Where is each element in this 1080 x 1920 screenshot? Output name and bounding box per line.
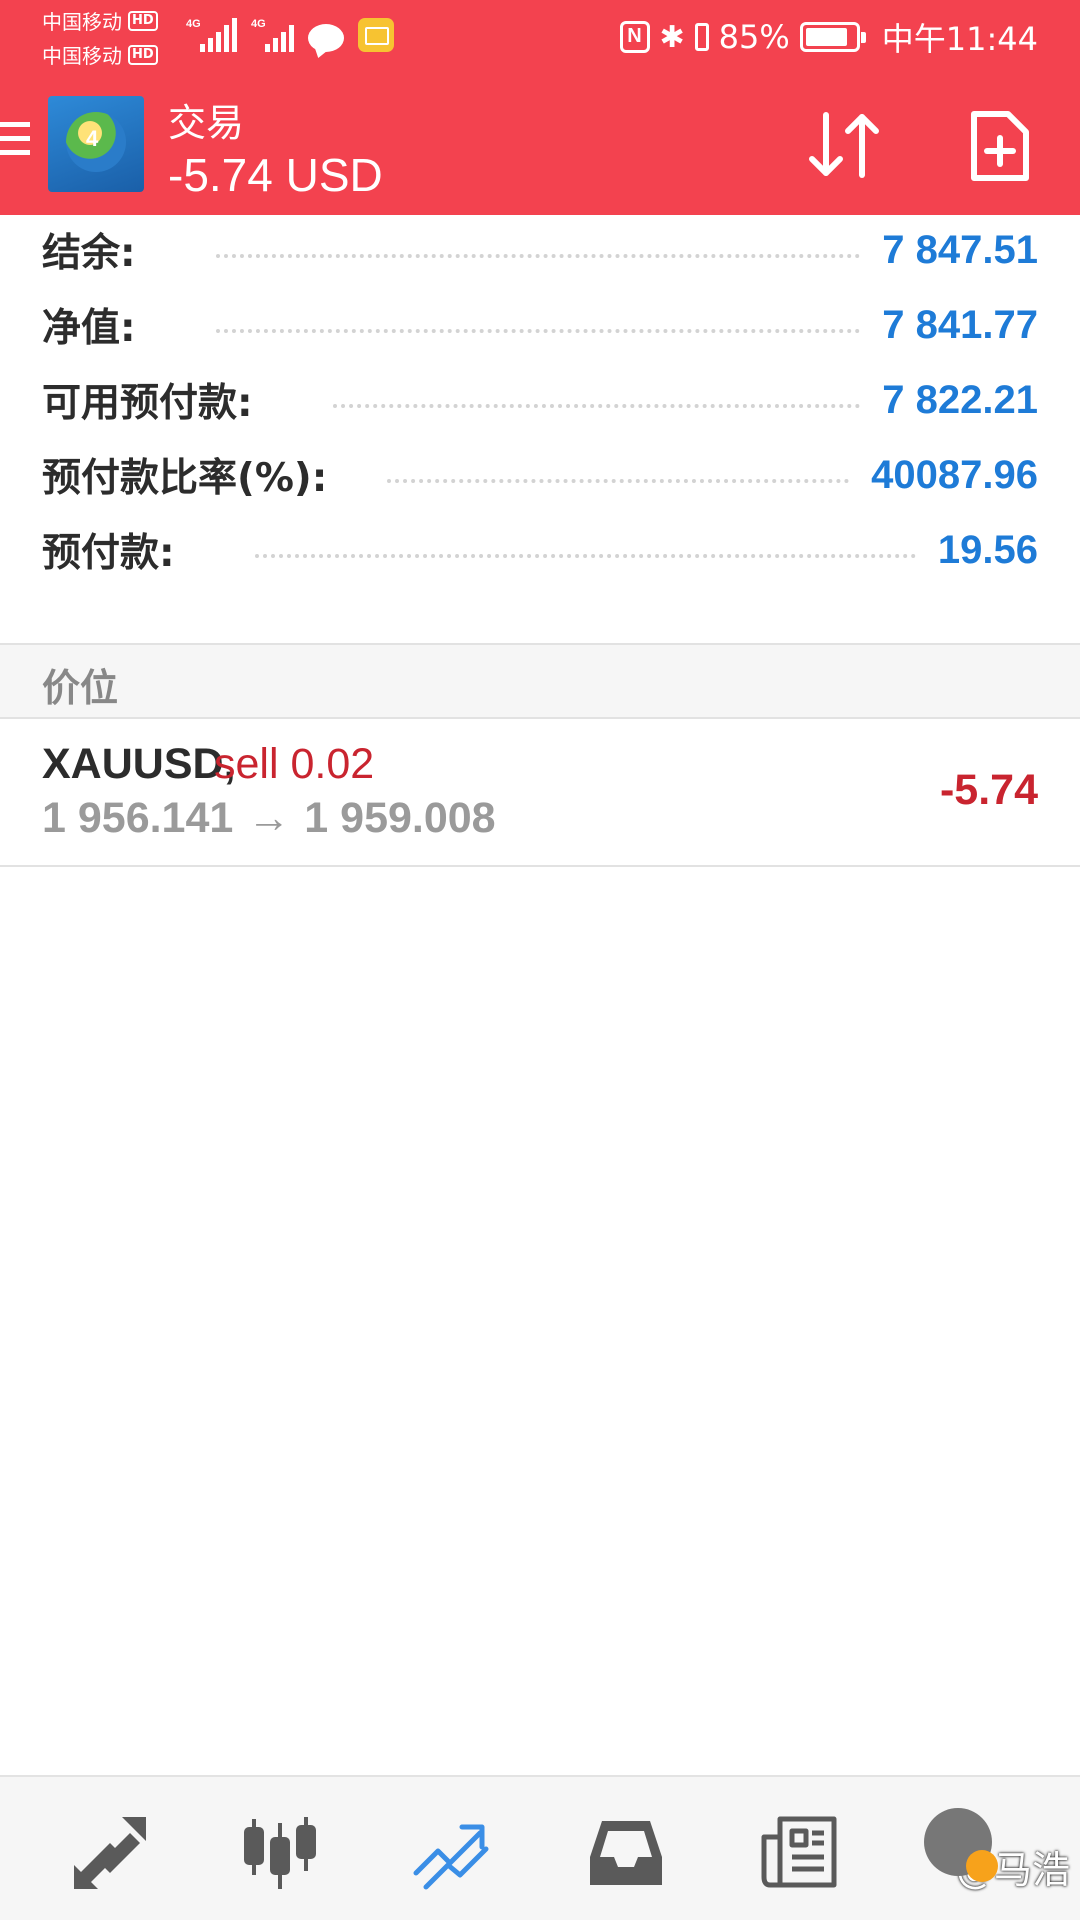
equity-row: 净值: 7 841.77 [42, 295, 1038, 355]
hd-badge-2: HD [128, 44, 158, 65]
position-side: sell 0.02 [214, 740, 375, 788]
battery-percent: 85% [718, 18, 790, 56]
sort-button[interactable] [800, 105, 890, 185]
carrier-2: 中国移动 HD [42, 40, 158, 69]
dotted-leader [332, 404, 861, 408]
sort-icon [809, 112, 879, 178]
margin-label: 预付款: [42, 531, 175, 576]
app-logo: 4 [48, 96, 144, 192]
nav-news[interactable] [760, 1813, 840, 1893]
messages-icon[interactable] [924, 1808, 998, 1882]
chat-bubble-icon [308, 24, 344, 52]
hd-badge-1: HD [128, 10, 158, 31]
mail-icon [358, 18, 394, 52]
nfc-icon: N [619, 21, 650, 53]
battery-icon [799, 22, 866, 52]
menu-icon[interactable] [0, 122, 30, 162]
nav-trade[interactable] [412, 1813, 492, 1893]
bluetooth-icon: ✱ [659, 19, 685, 55]
margin-row: 预付款: 19.56 [42, 520, 1038, 580]
top-bar: 中国移动 HD 中国移动 HD 4G 4G N ✱ 85% 中午11:44 4 … [0, 0, 1080, 215]
page-title: 交易 [168, 101, 245, 145]
battery-small-icon [694, 23, 709, 51]
price-arrow: → [247, 794, 291, 842]
dotted-leader [387, 479, 850, 483]
equity-label: 净值: [42, 306, 136, 351]
position-symbol: XAUUSD, [42, 740, 236, 788]
position-profit: -5.74 [939, 766, 1038, 814]
dotted-leader [215, 254, 861, 258]
margin-level-row: 预付款比率(%): 40087.96 [42, 445, 1038, 505]
margin-value: 19.56 [937, 527, 1038, 572]
free-margin-value: 7 822.21 [882, 377, 1038, 422]
total-profit: -5.74 USD [168, 149, 383, 201]
dotted-leader [254, 554, 916, 558]
news-icon [761, 1816, 837, 1888]
network-type-1: 4G [186, 18, 201, 30]
open-price: 1 956.141 [42, 794, 234, 842]
status-right: N ✱ 85% 中午11:44 [619, 14, 1038, 60]
carrier-2-label: 中国移动 [42, 44, 122, 68]
chart-icon [244, 1817, 316, 1889]
equity-value: 7 841.77 [882, 302, 1038, 347]
new-order-icon [971, 111, 1029, 181]
positions-title: 价位 [42, 666, 119, 710]
status-bar: 中国移动 HD 中国移动 HD 4G 4G N ✱ 85% 中午11:44 [0, 0, 1080, 75]
clock: 中午11:44 [881, 20, 1038, 58]
dotted-leader [215, 329, 861, 333]
network-type-2: 4G [251, 18, 266, 30]
free-margin-row: 可用预付款: 7 822.21 [42, 370, 1038, 430]
nav-chart[interactable] [240, 1813, 320, 1893]
history-icon [590, 1821, 662, 1885]
carrier-1: 中国移动 HD [42, 6, 158, 35]
balance-row: 结余: 7 847.51 [42, 220, 1038, 280]
signal-icon: 4G [251, 18, 294, 52]
positions-header: 价位 [0, 645, 1080, 717]
carrier-1-label: 中国移动 [42, 10, 122, 34]
free-margin-label: 可用预付款: [42, 381, 253, 426]
position-row[interactable]: XAUUSD, sell 0.02 1 956.141 → 1 959.008 … [0, 718, 1080, 866]
divider [0, 865, 1080, 867]
current-price: 1 959.008 [304, 794, 496, 842]
new-order-button[interactable] [968, 108, 1032, 184]
position-prices: 1 956.141 → 1 959.008 [42, 794, 496, 843]
margin-level-label: 预付款比率(%): [42, 456, 328, 501]
bottom-nav: @马浩 [0, 1775, 1080, 1920]
margin-level-value: 40087.96 [871, 452, 1038, 497]
quotes-icon [74, 1817, 146, 1889]
signal-group: 4G 4G [186, 16, 394, 52]
trade-icon [413, 1824, 489, 1890]
balance-value: 7 847.51 [882, 227, 1038, 272]
signal-icon: 4G [186, 18, 237, 52]
app-logo-number: 4 [86, 126, 99, 151]
balance-label: 结余: [42, 231, 136, 276]
nav-history[interactable] [586, 1813, 666, 1893]
nav-quotes[interactable] [70, 1813, 150, 1893]
